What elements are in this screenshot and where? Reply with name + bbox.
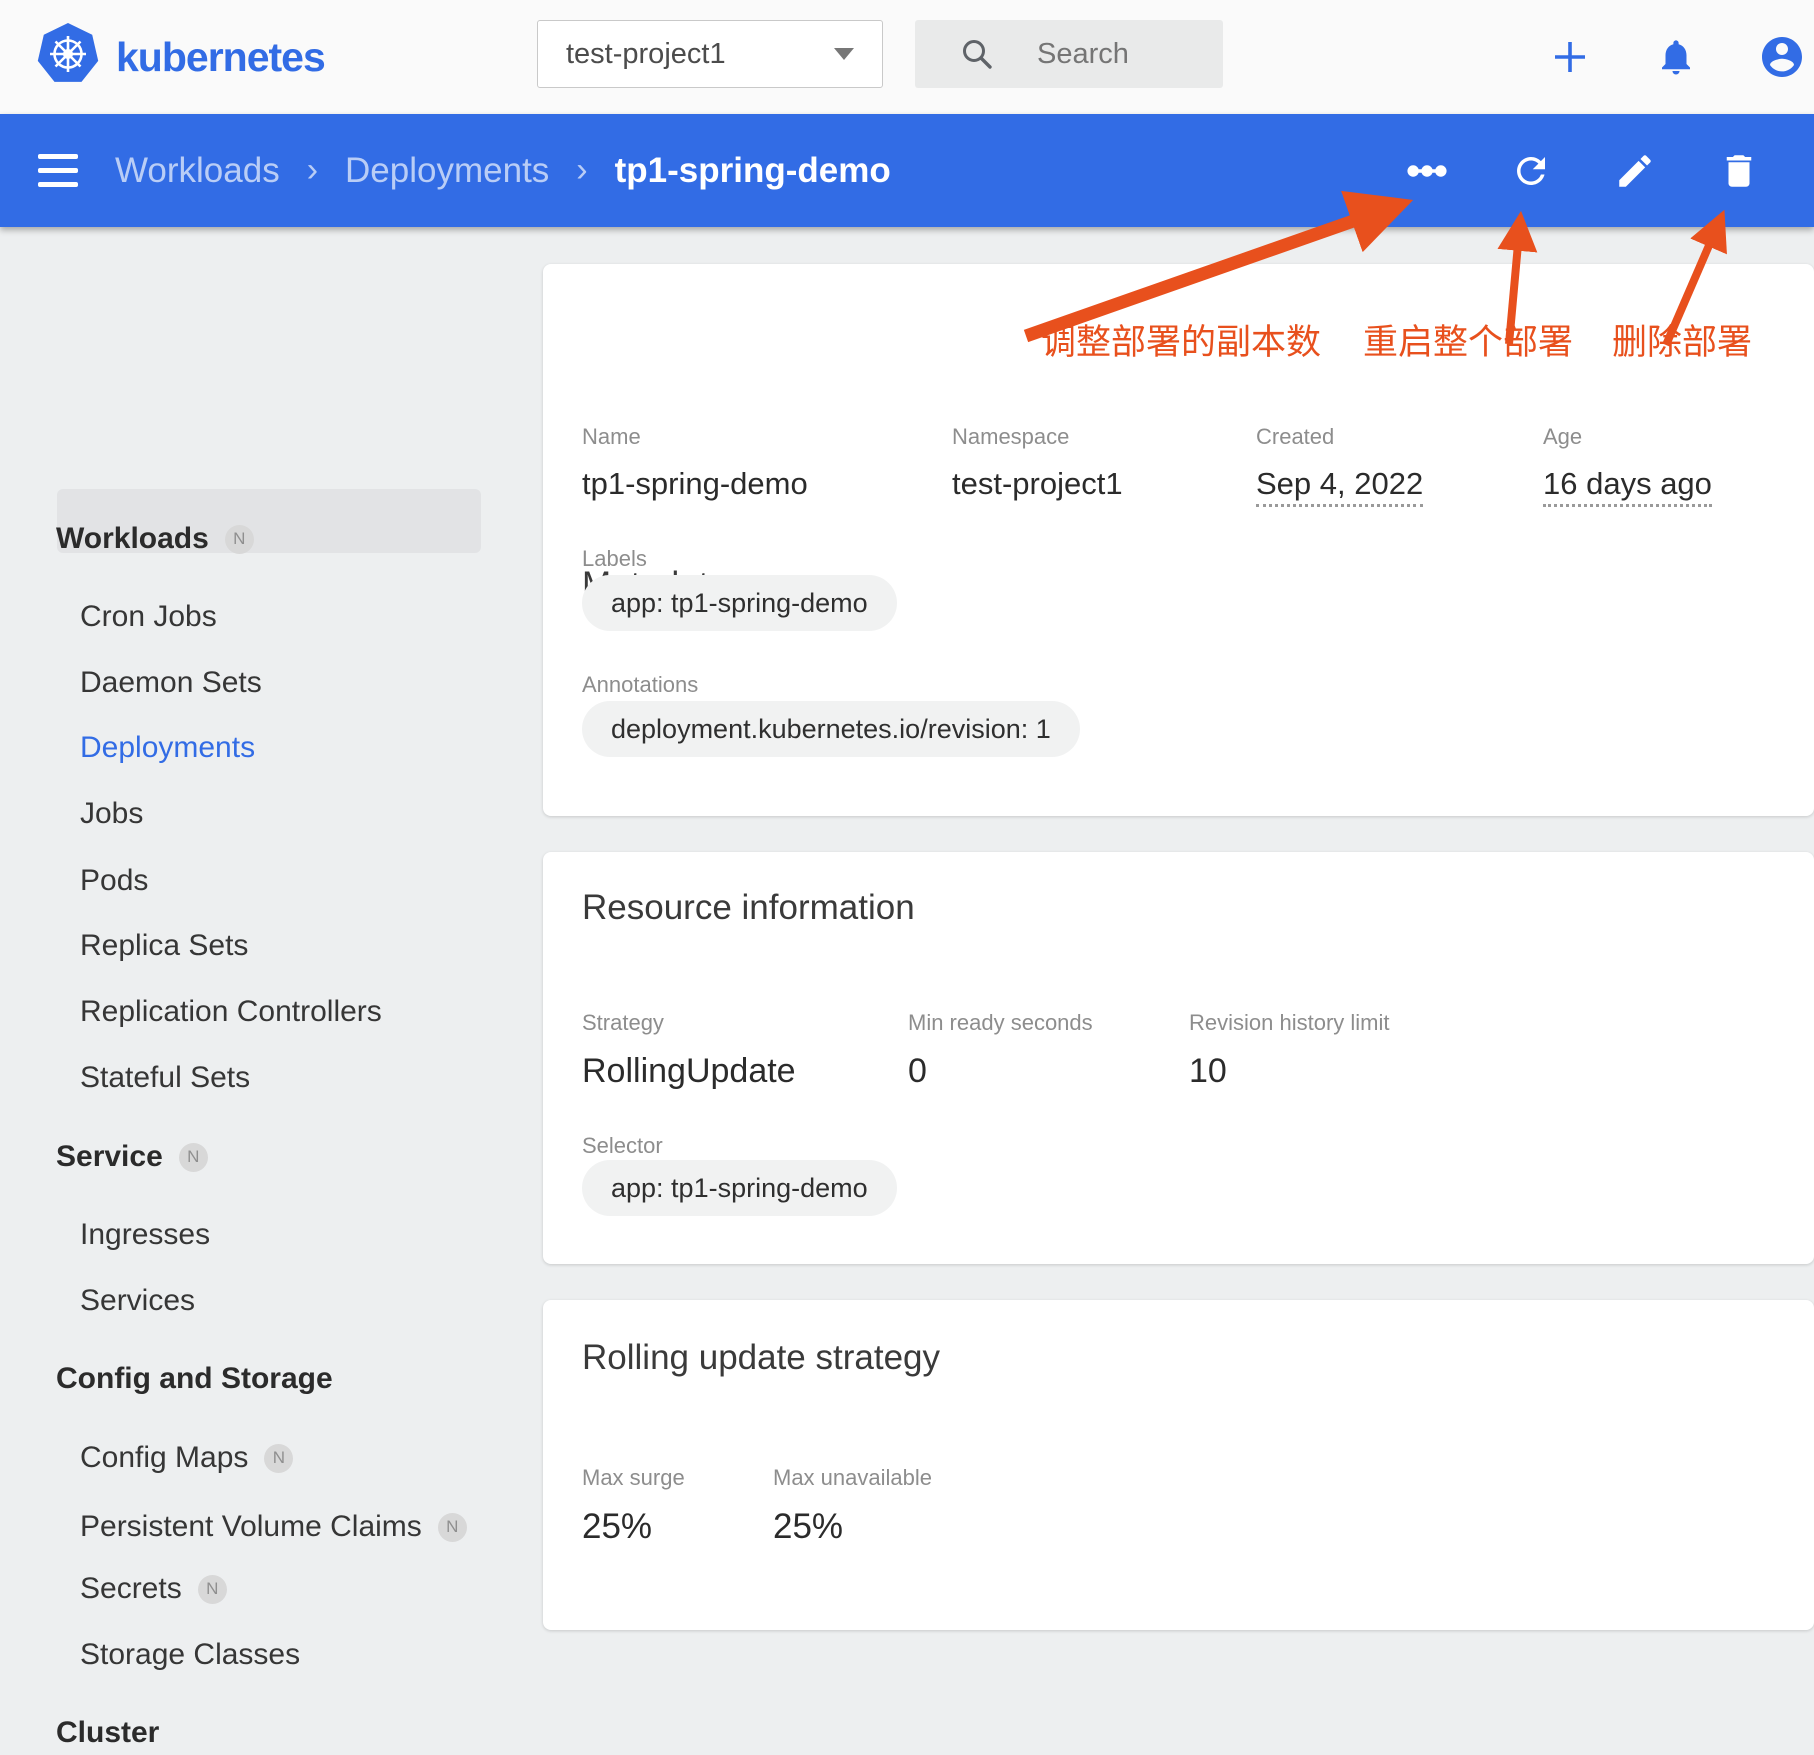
breadcrumb-separator: › — [576, 153, 587, 188]
field-namespace: Namespace test-project1 — [952, 424, 1123, 502]
user-avatar-icon — [1758, 33, 1806, 81]
selector-chip: app: tp1-spring-demo — [582, 1160, 897, 1216]
label-chip: app: tp1-spring-demo — [582, 575, 897, 631]
namespace-selector-value: test-project1 — [566, 38, 726, 71]
restart-button[interactable] — [1510, 150, 1552, 192]
created-timestamp[interactable]: Sep 4, 2022 — [1256, 466, 1423, 507]
field-age: Age 16 days ago — [1543, 424, 1712, 502]
scale-button[interactable] — [1406, 150, 1448, 192]
restart-icon — [1510, 149, 1552, 193]
new-badge: N — [179, 1143, 208, 1172]
sidebar-item-cron-jobs[interactable]: Cron Jobs — [80, 595, 217, 639]
resource-information-card: Resource information Strategy RollingUpd… — [543, 852, 1814, 1264]
annotation-chip: deployment.kubernetes.io/revision: 1 — [582, 701, 1080, 757]
search-placeholder: Search — [1037, 38, 1129, 71]
annotation-restart-label: 重启整个部署 — [1363, 314, 1573, 365]
hamburger-icon — [38, 154, 78, 159]
sidebar-item-services[interactable]: Services — [80, 1279, 195, 1323]
plus-icon — [1550, 37, 1590, 77]
sidebar-item-stateful-sets[interactable]: Stateful Sets — [80, 1056, 250, 1100]
annotation-scale-label: 调整部署的副本数 — [1041, 314, 1321, 365]
selector-label: Selector — [582, 1133, 663, 1159]
new-badge: N — [198, 1575, 227, 1604]
field-min-ready-seconds: Min ready seconds 0 — [908, 1010, 1093, 1091]
breadcrumb-deployments[interactable]: Deployments — [345, 151, 549, 191]
new-badge: N — [225, 525, 254, 554]
resource-information-card-title: Resource information — [582, 888, 915, 928]
page-title: tp1-spring-demo — [615, 151, 891, 191]
sidebar-item-config-maps[interactable]: Config Maps N — [80, 1436, 293, 1480]
sidebar-section-config-and-storage: Config and Storage — [56, 1357, 333, 1401]
create-resource-button[interactable] — [1546, 33, 1594, 81]
bell-icon — [1655, 36, 1697, 78]
sidebar-item-replication-controllers[interactable]: Replication Controllers — [80, 990, 382, 1034]
sidebar-item-daemon-sets[interactable]: Daemon Sets — [80, 661, 262, 705]
menu-button[interactable] — [38, 114, 78, 227]
edit-pencil-icon — [1614, 150, 1656, 192]
sidebar-section-workloads: Workloads N — [56, 517, 254, 561]
namespace-selector[interactable]: test-project1 — [537, 20, 883, 88]
trash-icon — [1718, 150, 1760, 192]
action-bar: Workloads › Deployments › tp1-spring-dem… — [0, 114, 1814, 227]
new-badge: N — [438, 1513, 467, 1542]
notifications-button[interactable] — [1652, 33, 1700, 81]
labels-label: Labels — [582, 546, 647, 572]
new-badge: N — [264, 1444, 293, 1473]
search-input[interactable]: Search — [915, 20, 1223, 88]
search-icon — [959, 36, 995, 72]
sidebar-section-cluster: Cluster — [56, 1711, 159, 1755]
scale-icon — [1406, 149, 1448, 193]
sidebar-item-storage-classes[interactable]: Storage Classes — [80, 1633, 300, 1677]
app-header: kubernetes test-project1 Search — [0, 0, 1814, 114]
sidebar-nav: Workloads N Cron Jobs Daemon Sets Deploy… — [0, 227, 543, 1568]
rolling-update-strategy-card-title: Rolling update strategy — [582, 1338, 940, 1378]
sidebar-item-pods[interactable]: Pods — [80, 859, 148, 903]
kubernetes-logo-icon[interactable] — [36, 22, 100, 86]
breadcrumb: Workloads › Deployments › tp1-spring-dem… — [115, 114, 891, 227]
age-value[interactable]: 16 days ago — [1543, 466, 1712, 507]
breadcrumb-separator: › — [307, 153, 318, 188]
sidebar-item-ingresses[interactable]: Ingresses — [80, 1213, 210, 1257]
breadcrumb-workloads[interactable]: Workloads — [115, 151, 280, 191]
sidebar-section-service: Service N — [56, 1135, 208, 1179]
sidebar-item-secrets[interactable]: Secrets N — [80, 1567, 227, 1611]
field-created: Created Sep 4, 2022 — [1256, 424, 1423, 502]
sidebar-item-replica-sets[interactable]: Replica Sets — [80, 924, 248, 968]
annotation-delete-label: 删除部署 — [1612, 314, 1752, 365]
field-strategy: Strategy RollingUpdate — [582, 1010, 796, 1091]
field-name: Name tp1-spring-demo — [582, 424, 808, 502]
chevron-down-icon — [834, 48, 854, 60]
annotations-label: Annotations — [582, 672, 698, 698]
field-revision-history-limit: Revision history limit 10 — [1189, 1010, 1390, 1091]
field-max-unavailable: Max unavailable 25% — [773, 1465, 932, 1547]
account-button[interactable] — [1758, 33, 1806, 81]
sidebar-item-persistent-volume-claims[interactable]: Persistent Volume Claims N — [80, 1505, 467, 1549]
field-max-surge: Max surge 25% — [582, 1465, 685, 1547]
sidebar-item-jobs[interactable]: Jobs — [80, 792, 143, 836]
sidebar-item-deployments[interactable]: Deployments — [80, 726, 255, 770]
delete-button[interactable] — [1718, 150, 1760, 192]
rolling-update-strategy-card: Rolling update strategy Max surge 25% Ma… — [543, 1300, 1814, 1630]
edit-button[interactable] — [1614, 150, 1656, 192]
app-title: kubernetes — [116, 0, 325, 114]
